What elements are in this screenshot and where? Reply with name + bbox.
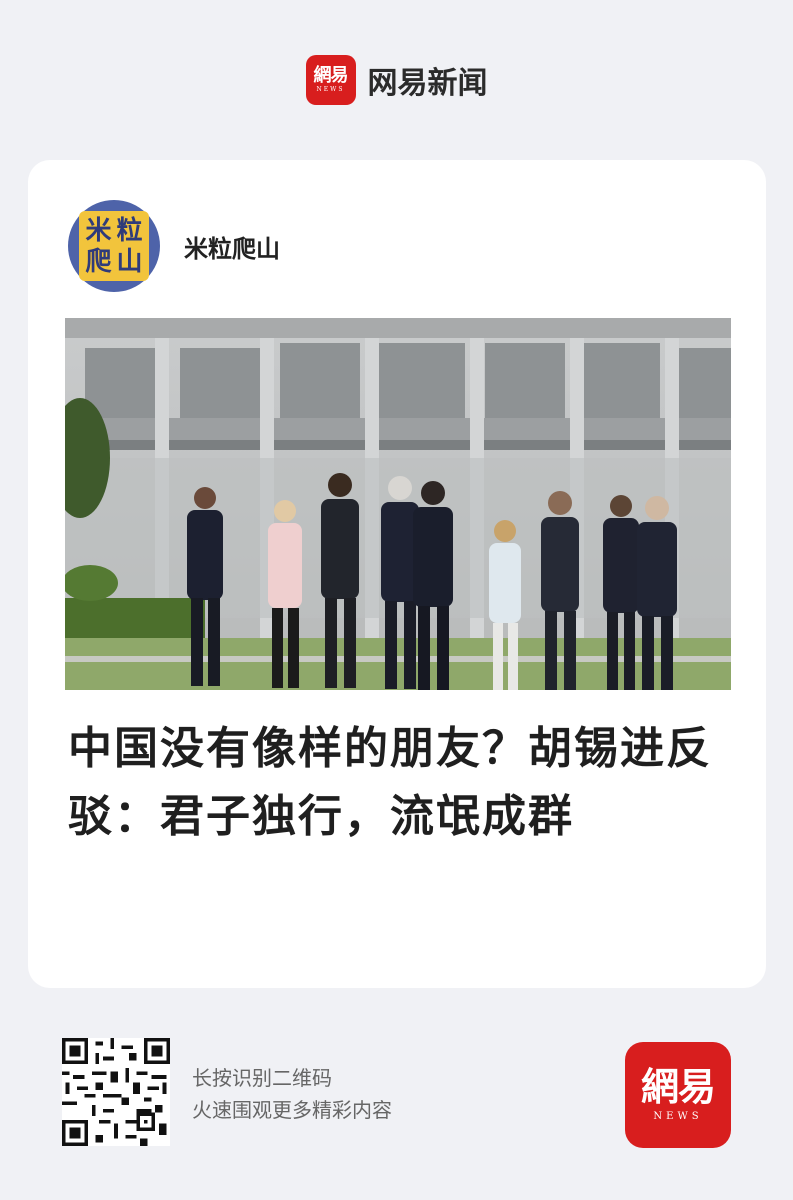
avatar-char: 爬 xyxy=(85,246,112,277)
logo-text: 網易 xyxy=(313,65,349,86)
qr-code[interactable] xyxy=(62,1038,170,1146)
qr-instructions: 长按识别二维码 火速围观更多精彩内容 xyxy=(192,1062,392,1126)
avatar-char: 粒 xyxy=(116,215,143,246)
logo-sub: NEWS xyxy=(316,86,345,93)
author-name[interactable]: 米粒爬山 xyxy=(184,229,280,264)
qr-line1: 长按识别二维码 xyxy=(192,1066,332,1090)
netease-news-app-icon[interactable]: 網易 NEWS xyxy=(625,1042,731,1148)
qr-line2: 火速围观更多精彩内容 xyxy=(192,1098,392,1122)
logo-sub: NEWS xyxy=(653,1111,703,1122)
article-card[interactable]: 米 粒 爬 山 米粒爬山 中国没有像样的朋友？胡锡进反驳：君子独行，流氓成群 xyxy=(28,160,766,988)
avatar-char: 山 xyxy=(116,246,143,277)
app-name: 网易新闻 xyxy=(367,66,488,101)
avatar-char: 米 xyxy=(85,215,112,246)
logo-text: 網易 xyxy=(640,1064,716,1109)
netease-news-logo: 網易 NEWS xyxy=(305,55,356,105)
article-photo[interactable] xyxy=(65,318,731,690)
avatar-logo: 米 粒 爬 山 xyxy=(79,211,149,281)
author-row[interactable]: 米 粒 爬 山 米粒爬山 xyxy=(68,200,280,292)
article-headline[interactable]: 中国没有像样的朋友？胡锡进反驳：君子独行，流氓成群 xyxy=(68,715,728,851)
photo-illustration xyxy=(65,318,731,690)
avatar[interactable]: 米 粒 爬 山 xyxy=(68,200,160,292)
app-header: 網易 NEWS 网易新闻 xyxy=(0,40,793,120)
